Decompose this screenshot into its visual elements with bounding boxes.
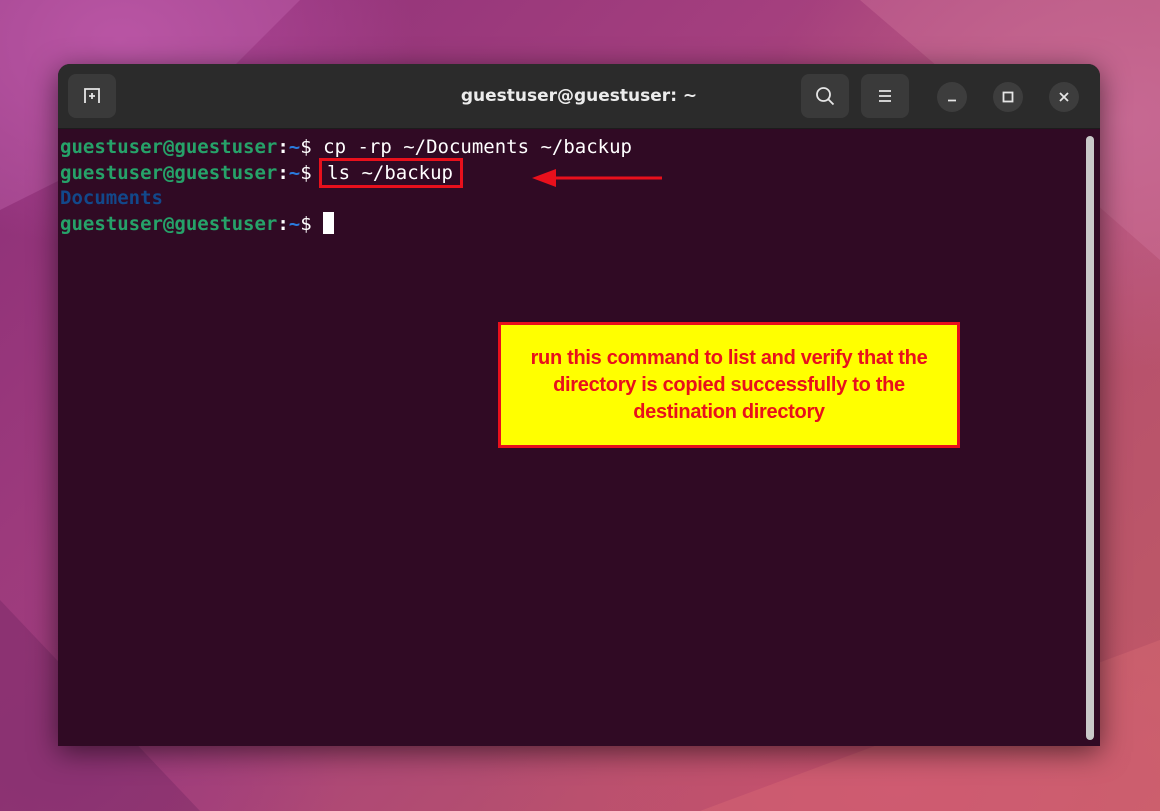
close-button[interactable]	[1049, 82, 1079, 112]
minimize-button[interactable]	[937, 82, 967, 112]
directory-output: Documents	[60, 187, 163, 209]
command-text: cp -rp ~/Documents ~/backup	[323, 136, 632, 158]
maximize-button[interactable]	[993, 82, 1023, 112]
prompt-path: ~	[288, 136, 301, 158]
search-icon	[816, 87, 835, 106]
prompt-user-host: guestuser@guestuser	[60, 212, 278, 235]
highlighted-command: ls ~/backup	[319, 157, 463, 188]
prompt-colon: :	[277, 212, 289, 235]
menu-button[interactable]	[861, 74, 909, 118]
minimize-icon	[948, 99, 956, 102]
maximize-icon	[1002, 91, 1014, 103]
annotation-callout: run this command to list and verify that…	[498, 322, 960, 448]
prompt-sign: $	[300, 161, 324, 184]
prompt-path: ~	[288, 161, 301, 184]
text-cursor	[323, 211, 335, 234]
header-bar: guestuser@guestuser: ~	[58, 64, 1100, 129]
prompt-user-host: guestuser@guestuser	[60, 161, 278, 184]
terminal-line: guestuser@guestuser:~$	[60, 211, 1084, 238]
prompt-colon: :	[277, 161, 289, 184]
annotation-arrow-icon	[532, 169, 662, 187]
annotation-text: run this command to list and verify that…	[530, 346, 928, 423]
prompt-colon: :	[277, 136, 289, 158]
prompt-sign: $	[300, 212, 324, 235]
new-tab-icon	[84, 88, 100, 103]
close-icon	[1059, 92, 1069, 102]
hamburger-menu-icon	[879, 90, 891, 102]
scrollbar[interactable]	[1086, 136, 1094, 740]
search-button[interactable]	[801, 74, 849, 118]
terminal-line: guestuser@guestuser:~$ cp -rp ~/Document…	[60, 135, 1084, 161]
prompt-sign: $	[300, 136, 324, 158]
prompt-user-host: guestuser@guestuser	[60, 136, 278, 158]
new-tab-button[interactable]	[68, 74, 116, 118]
prompt-path: ~	[288, 212, 301, 235]
